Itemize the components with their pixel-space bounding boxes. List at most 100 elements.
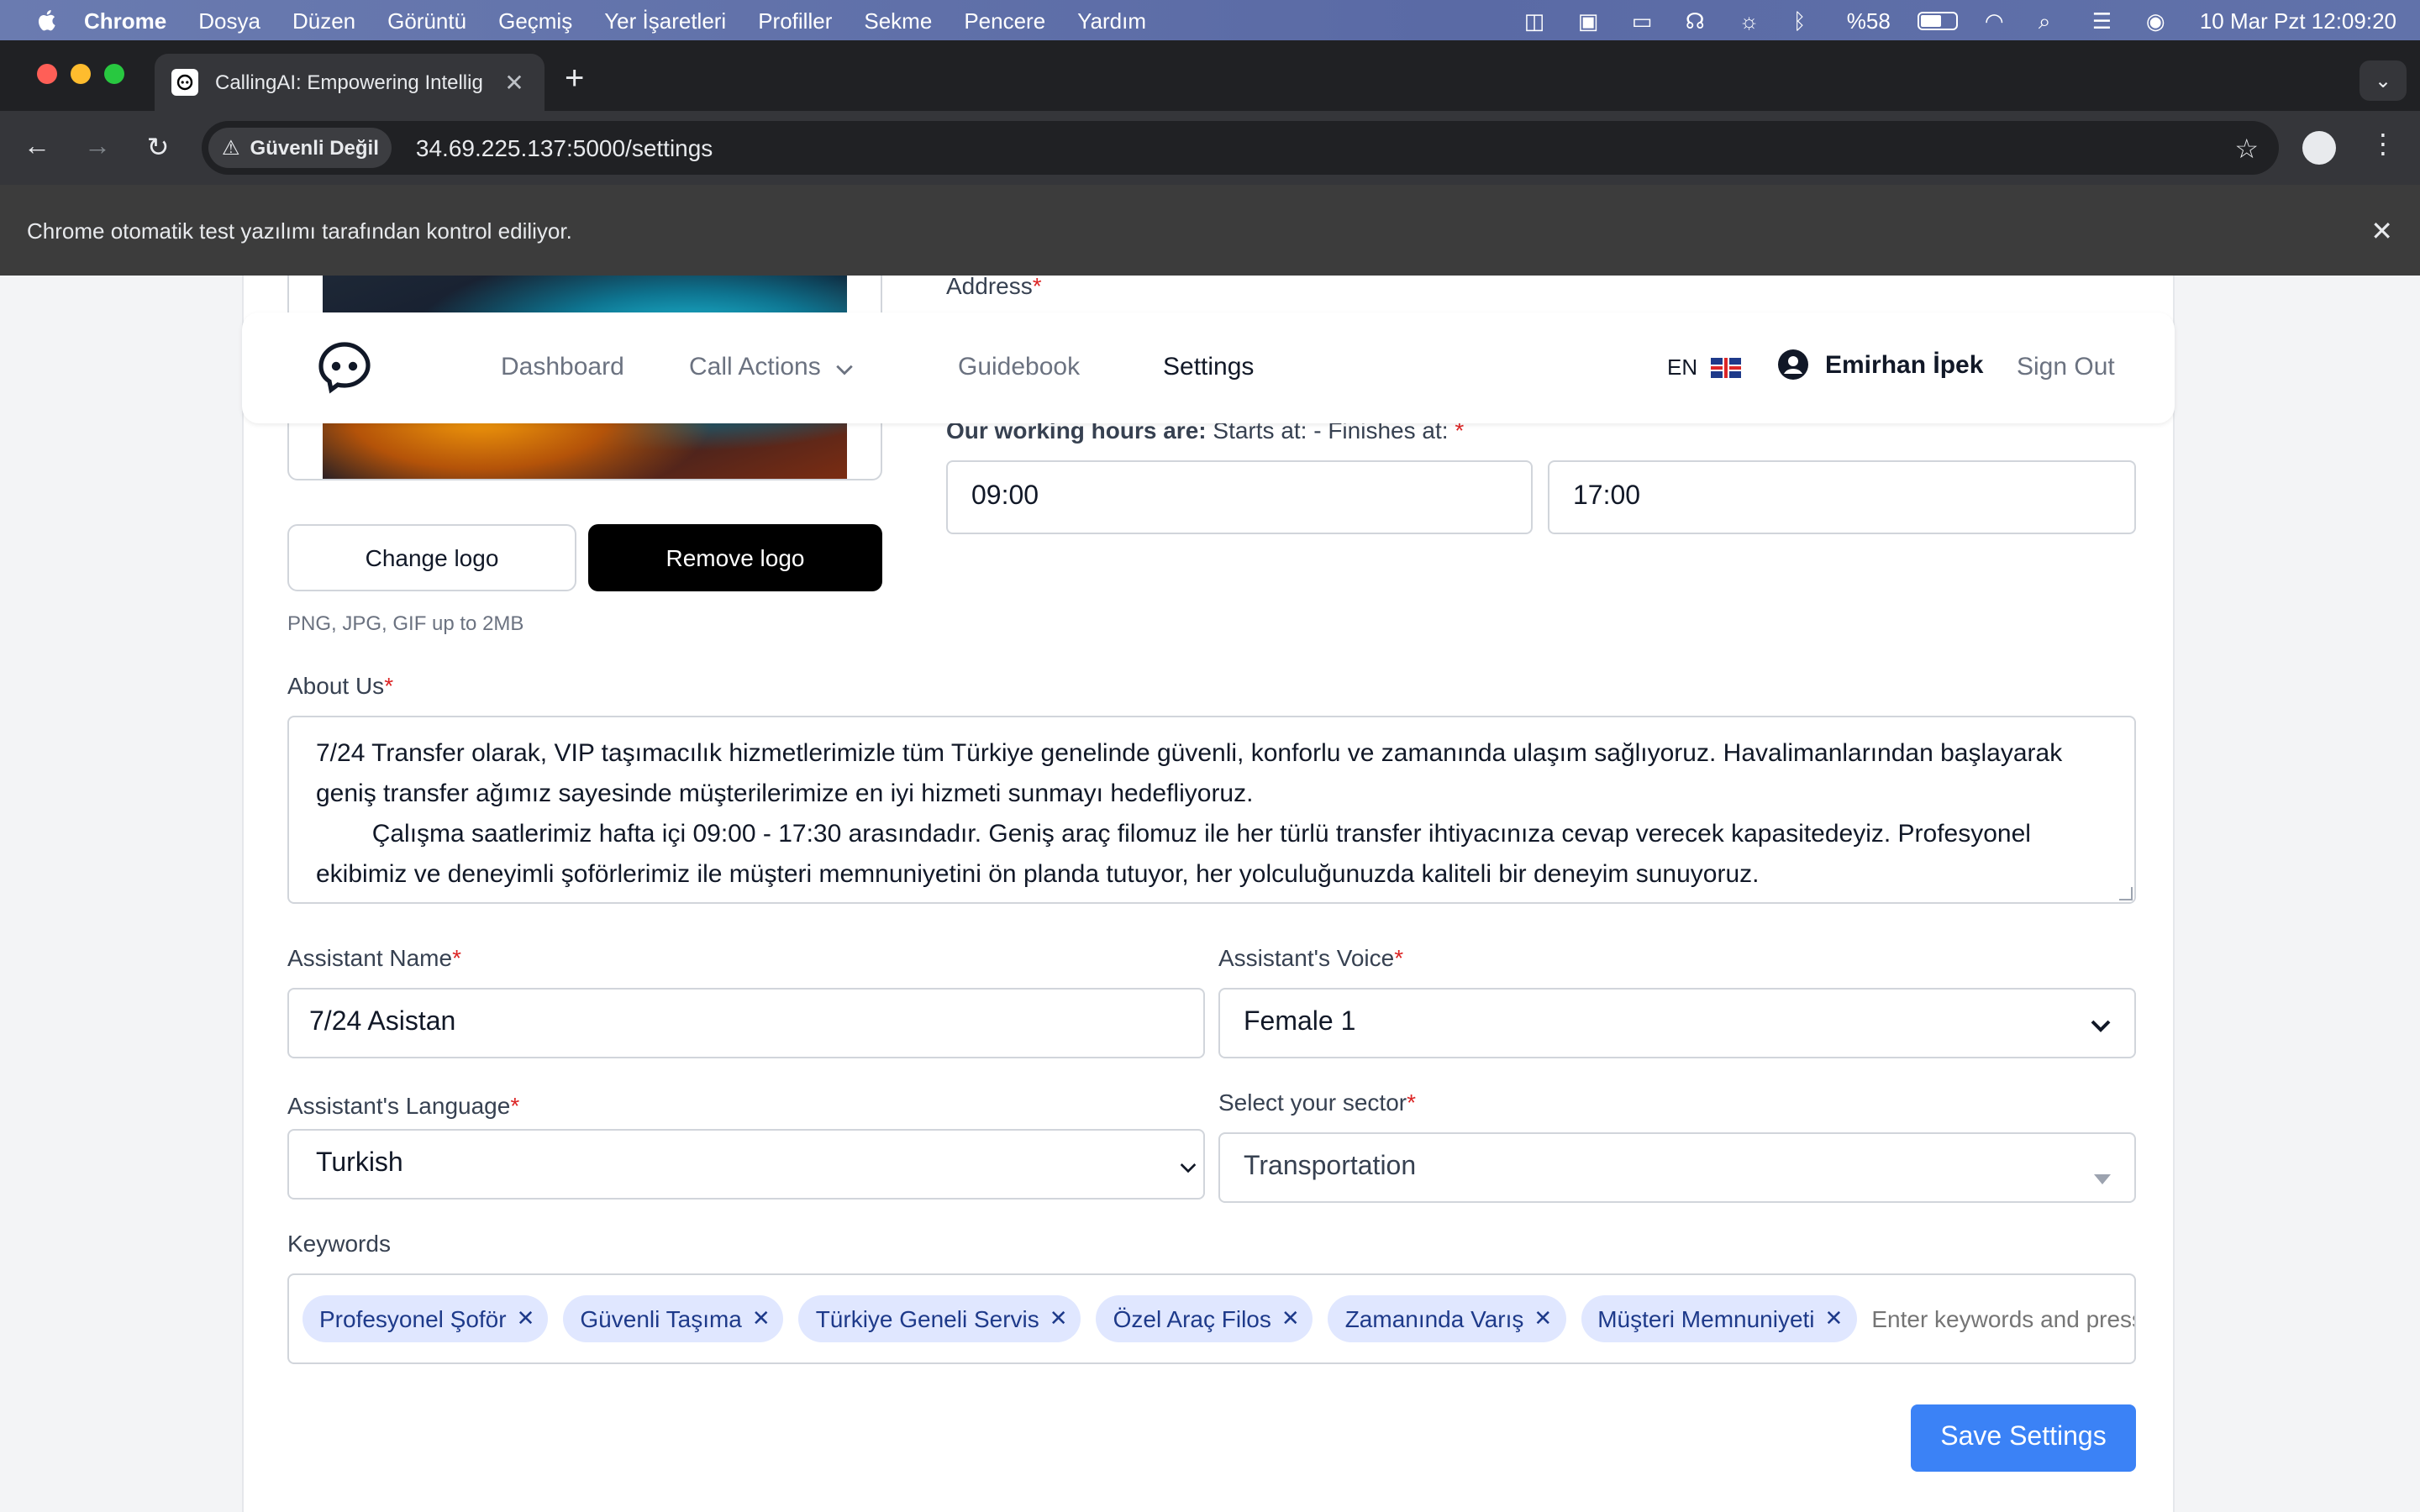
address-label: Address*: [946, 276, 1042, 299]
reload-button[interactable]: ↻: [141, 131, 175, 165]
menu-help[interactable]: Yardım: [1077, 8, 1146, 33]
bluetooth-icon[interactable]: ᛒ: [1793, 8, 1820, 34]
warning-triangle-icon: ⚠: [222, 136, 240, 160]
assistant-language-label: Assistant's Language*: [287, 1092, 520, 1119]
keyword-chip: Türkiye Geneli Servis ✕: [798, 1295, 1081, 1342]
assistant-voice-label: Assistant's Voice*: [1218, 944, 1404, 971]
assistant-name-value: 7/24 Asistan: [309, 1008, 456, 1037]
address-bar[interactable]: ⚠ Güvenli Değil 34.69.225.137:5000/setti…: [202, 121, 2279, 175]
assistant-voice-value: Female 1: [1244, 1008, 1356, 1037]
menu-tab[interactable]: Sekme: [864, 8, 932, 33]
remove-logo-button[interactable]: Remove logo: [588, 524, 882, 591]
calling-ai-logo-icon[interactable]: [316, 339, 373, 396]
keywords-input-box[interactable]: Profesyonel Şoför ✕ Güvenli Taşıma ✕ Türki…: [287, 1273, 2136, 1364]
assistant-name-input[interactable]: 7/24 Asistan: [287, 988, 1205, 1058]
maximize-window-button[interactable]: [104, 64, 124, 84]
textarea-resize-handle[interactable]: [2119, 887, 2133, 900]
vpn-icon[interactable]: ◫: [1524, 8, 1551, 34]
keyword-chip: Güvenli Taşıma ✕: [563, 1295, 784, 1342]
menu-app-name[interactable]: Chrome: [84, 8, 166, 33]
battery-percent: %58: [1846, 8, 1891, 33]
sector-value: Transportation: [1244, 1152, 1417, 1181]
keyword-chip: Zamanında Varış ✕: [1328, 1295, 1566, 1342]
back-button[interactable]: ←: [20, 131, 54, 165]
control-center-icon[interactable]: ☰: [2092, 8, 2119, 34]
forward-button[interactable]: →: [81, 131, 114, 165]
siri-icon[interactable]: ◉: [2146, 8, 2173, 34]
about-us-textarea[interactable]: 7/24 Transfer olarak, VIP taşımacılık hi…: [287, 716, 2136, 904]
battery-icon[interactable]: [1917, 11, 1958, 29]
start-time-input[interactable]: 09:00: [946, 460, 1533, 534]
remove-chip-icon[interactable]: ✕: [1050, 1305, 1068, 1332]
profile-avatar-icon[interactable]: [2302, 131, 2336, 165]
menu-view[interactable]: Görüntü: [387, 8, 466, 33]
url-text[interactable]: 34.69.225.137:5000/settings: [416, 134, 713, 161]
browser-tab[interactable]: CallingAI: Empowering Intellig ✕: [155, 54, 544, 111]
chevron-down-icon: [1180, 1152, 1197, 1179]
logo-hint: PNG, JPG, GIF up to 2MB: [287, 612, 524, 635]
remove-chip-icon[interactable]: ✕: [752, 1305, 771, 1332]
menubar-clock[interactable]: 10 Mar Pzt 12:09:20: [2200, 8, 2396, 33]
keyword-entry-input[interactable]: [1871, 1305, 2134, 1332]
keyword-chip: Özel Araç Filos ✕: [1096, 1295, 1313, 1342]
tab-search-chevron-icon[interactable]: ⌄: [2360, 60, 2407, 101]
remove-chip-icon[interactable]: ✕: [1825, 1305, 1844, 1332]
macos-menubar: Chrome Dosya Düzen Görüntü Geçmiş Yer İş…: [0, 0, 2420, 40]
change-logo-button[interactable]: Change logo: [287, 524, 576, 591]
nav-call-actions[interactable]: Call Actions: [689, 353, 853, 382]
settings-card: Change logo Remove logo PNG, JPG, GIF up…: [242, 276, 2175, 1512]
user-menu[interactable]: Emirhan İpek: [1778, 349, 1983, 380]
uk-flag-icon: [1711, 357, 1742, 377]
automation-infobar: Chrome otomatik test yazılımı tarafından…: [0, 185, 2420, 276]
remove-chip-icon[interactable]: ✕: [1281, 1305, 1300, 1332]
sign-out-link[interactable]: Sign Out: [2017, 353, 2115, 381]
menu-history[interactable]: Geçmiş: [498, 8, 572, 33]
tab-title: CallingAI: Empowering Intellig: [215, 71, 483, 94]
tab-close-icon[interactable]: ✕: [501, 68, 528, 97]
end-time-input[interactable]: 17:00: [1548, 460, 2136, 534]
assistant-name-label: Assistant Name*: [287, 944, 461, 971]
remove-chip-icon[interactable]: ✕: [517, 1305, 535, 1332]
apple-icon[interactable]: [34, 7, 60, 34]
assistant-language-value: Turkish: [316, 1149, 403, 1178]
monitor-icon[interactable]: ▭: [1632, 8, 1659, 34]
start-time-value: 09:00: [971, 482, 1039, 511]
infobar-close-icon[interactable]: ✕: [2370, 215, 2393, 249]
minimize-window-button[interactable]: [71, 64, 91, 84]
menu-edit[interactable]: Düzen: [292, 8, 355, 33]
chevron-down-icon: [834, 354, 853, 382]
keywords-label: Keywords: [287, 1230, 391, 1257]
remove-chip-icon[interactable]: ✕: [1534, 1305, 1552, 1332]
save-settings-button[interactable]: Save Settings: [1911, 1404, 2136, 1472]
assistant-voice-select[interactable]: Female 1: [1218, 988, 2136, 1058]
infobar-text: Chrome otomatik test yazılımı tarafından…: [27, 218, 572, 243]
display-mirror-icon[interactable]: ▣: [1578, 8, 1605, 34]
assistant-language-select[interactable]: Turkish: [287, 1129, 1205, 1200]
page-viewport: Change logo Remove logo PNG, JPG, GIF up…: [0, 276, 2420, 1512]
bookmark-star-icon[interactable]: ☆: [2234, 133, 2259, 166]
new-tab-button[interactable]: +: [565, 62, 584, 96]
close-window-button[interactable]: [37, 64, 57, 84]
security-chip[interactable]: ⚠ Güvenli Değil: [208, 128, 392, 168]
menu-window[interactable]: Pencere: [964, 8, 1045, 33]
menu-bookmarks[interactable]: Yer İşaretleri: [604, 8, 726, 33]
caret-down-icon: [2094, 1163, 2111, 1189]
wifi-icon[interactable]: ◠: [1985, 8, 2012, 34]
nav-settings[interactable]: Settings: [1163, 353, 1254, 381]
chrome-toolbar: ← → ↻ ⚠ Güvenli Değil 34.69.225.137:5000…: [0, 111, 2420, 185]
sector-select[interactable]: Transportation: [1218, 1132, 2136, 1203]
user-name: Emirhan İpek: [1825, 350, 1984, 379]
airpods-icon[interactable]: ☊: [1686, 8, 1712, 34]
language-switcher[interactable]: EN: [1667, 354, 1742, 380]
search-icon[interactable]: ⌕: [2039, 8, 2065, 34]
keyword-chip: Müşteri Memnuniyeti ✕: [1581, 1295, 1857, 1342]
chrome-menu-icon[interactable]: ⋮: [2370, 128, 2396, 161]
menu-profiles[interactable]: Profiller: [758, 8, 832, 33]
chrome-tabstrip: CallingAI: Empowering Intellig ✕ + ⌄: [0, 40, 2420, 111]
brightness-icon[interactable]: ☼: [1739, 8, 1766, 34]
site-favicon: [171, 69, 198, 96]
menu-file[interactable]: Dosya: [198, 8, 260, 33]
nav-dashboard[interactable]: Dashboard: [501, 353, 624, 381]
nav-guidebook[interactable]: Guidebook: [958, 353, 1080, 381]
end-time-value: 17:00: [1573, 482, 1641, 511]
